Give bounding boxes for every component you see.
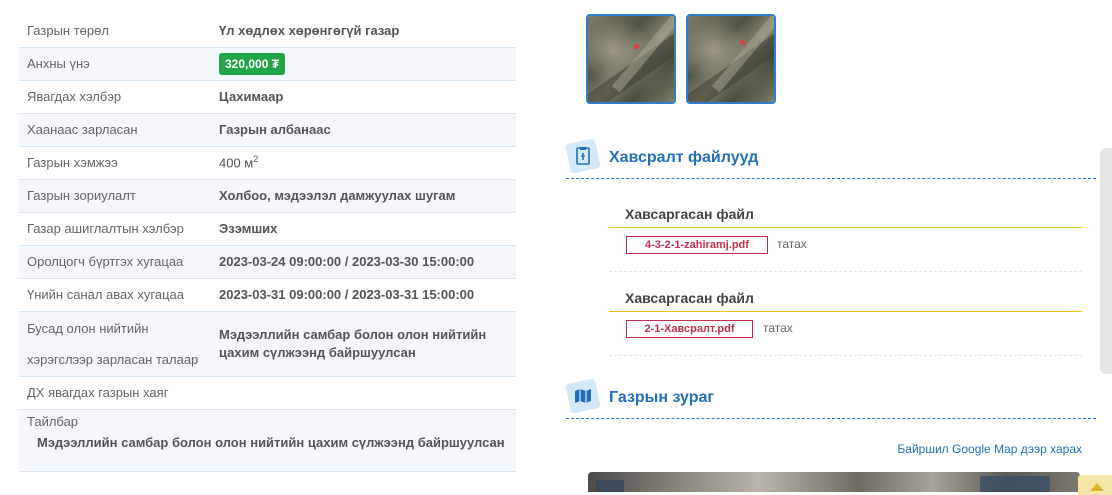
detail-label: Явагдах хэлбэр	[19, 80, 211, 114]
detail-value: 2023-03-31 09:00:00 / 2023-03-31 15:00:0…	[211, 278, 516, 312]
detail-row: Анхны үнэ 320,000 ₮	[19, 47, 516, 81]
attachment-filename-link[interactable]: 2-1-Хавсралт.pdf	[626, 320, 753, 338]
detail-row: Газрын зориулалт Холбоо, мэдээлэл дамжуу…	[19, 179, 516, 213]
map-type-control[interactable]	[980, 476, 1050, 492]
map-title: Газрын зураг	[609, 389, 715, 406]
detail-label: Газрын зориулалт	[19, 179, 211, 213]
detail-row: Хаанаас зарласан Газрын албанаас	[19, 113, 516, 147]
description-row: Тайлбар Мэдээллийн самбар болон олон ний…	[19, 409, 516, 472]
detail-row: Газар ашиглалтын хэлбэр Эзэмших	[19, 212, 516, 246]
map-control[interactable]	[596, 480, 624, 492]
land-size-value: 400 м	[219, 155, 254, 171]
attachments-title: Хавсралт файлууд	[609, 149, 759, 166]
document-icon	[565, 138, 601, 174]
attachments-section-header: Хавсралт файлууд	[565, 138, 1096, 179]
detail-value-line: Мэдээллийн самбар болон олон нийтийн	[219, 326, 487, 342]
attachment-heading: Хавсаргасан файл	[609, 204, 1082, 228]
map-icon	[565, 378, 601, 414]
download-link[interactable]: татах	[763, 321, 793, 335]
detail-value: Эзэмших	[211, 212, 516, 246]
detail-label: Үнийн санал авах хугацаа	[19, 278, 211, 312]
detail-label: Газрын төрөл	[19, 14, 211, 48]
side-scroll-tab[interactable]	[1100, 148, 1112, 374]
detail-label: Хаанаас зарласан	[19, 113, 211, 147]
attachment-item: Хавсаргасан файл 4-3-2-1-zahiramj.pdf та…	[609, 204, 1082, 272]
detail-row: Бусад олон нийтийн хэрэгслээр зарласан т…	[19, 311, 516, 377]
detail-row: Явагдах хэлбэр Цахимаар	[19, 80, 516, 114]
detail-value-line: цахим сүлжээнд байршуулсан	[219, 344, 416, 360]
attachment-item: Хавсаргасан файл 2-1-Хавсралт.pdf татах	[609, 288, 1082, 356]
detail-label: Газар ашиглалтын хэлбэр	[19, 212, 211, 246]
map-section-header: Газрын зураг	[565, 378, 1096, 419]
detail-row: ДХ явагдах газрын хаяг	[19, 376, 516, 410]
detail-value: Цахимаар	[211, 80, 516, 114]
detail-row: Газрын төрөл Үл хөдлөх хөрөнгөгүй газар	[19, 14, 516, 48]
satellite-thumbnail[interactable]	[586, 14, 676, 104]
detail-value: Үл хөдлөх хөрөнгөгүй газар	[211, 14, 516, 48]
detail-row: Оролцогч бүртгэх хугацаа 2023-03-24 09:0…	[19, 245, 516, 279]
google-map-link[interactable]: Байршил Google Map дээр харах	[897, 442, 1082, 456]
land-size-unit-sup: 2	[253, 154, 259, 165]
detail-label-line: Бусад олон нийтийн	[27, 320, 149, 336]
detail-value: Газрын албанаас	[211, 113, 516, 147]
detail-label: Оролцогч бүртгэх хугацаа	[19, 245, 211, 279]
detail-row: Үнийн санал авах хугацаа 2023-03-31 09:0…	[19, 278, 516, 312]
map-view[interactable]	[588, 472, 1080, 492]
detail-value: 2023-03-24 09:00:00 / 2023-03-30 15:00:0…	[211, 245, 516, 279]
land-details-table: Газрын төрөл Үл хөдлөх хөрөнгөгүй газар …	[19, 14, 516, 472]
price-badge: 320,000 ₮	[219, 52, 286, 75]
description-text: Мэдээллийн самбар болон олон нийтийн цах…	[37, 434, 505, 450]
location-pin-icon	[740, 40, 745, 45]
satellite-thumbnail[interactable]	[686, 14, 776, 104]
description-label: Тайлбар	[27, 413, 79, 429]
download-link[interactable]: татах	[777, 237, 807, 251]
detail-label: Газрын хэмжээ	[19, 146, 211, 180]
satellite-thumbnails	[586, 14, 776, 104]
detail-label: ДХ явагдах газрын хаяг	[19, 376, 211, 410]
attachment-heading: Хавсаргасан файл	[609, 288, 1082, 312]
detail-label: Анхны үнэ	[19, 47, 211, 81]
detail-row: Газрын хэмжээ 400 м2	[19, 146, 516, 180]
detail-label-line: хэрэгслээр зарласан талаар	[27, 351, 199, 367]
detail-value: Холбоо, мэдээлэл дамжуулах шугам	[211, 179, 516, 213]
scroll-to-top-button[interactable]	[1078, 475, 1112, 495]
attachment-filename-link[interactable]: 4-3-2-1-zahiramj.pdf	[626, 236, 768, 254]
detail-value	[211, 376, 516, 410]
location-pin-icon	[634, 44, 639, 49]
